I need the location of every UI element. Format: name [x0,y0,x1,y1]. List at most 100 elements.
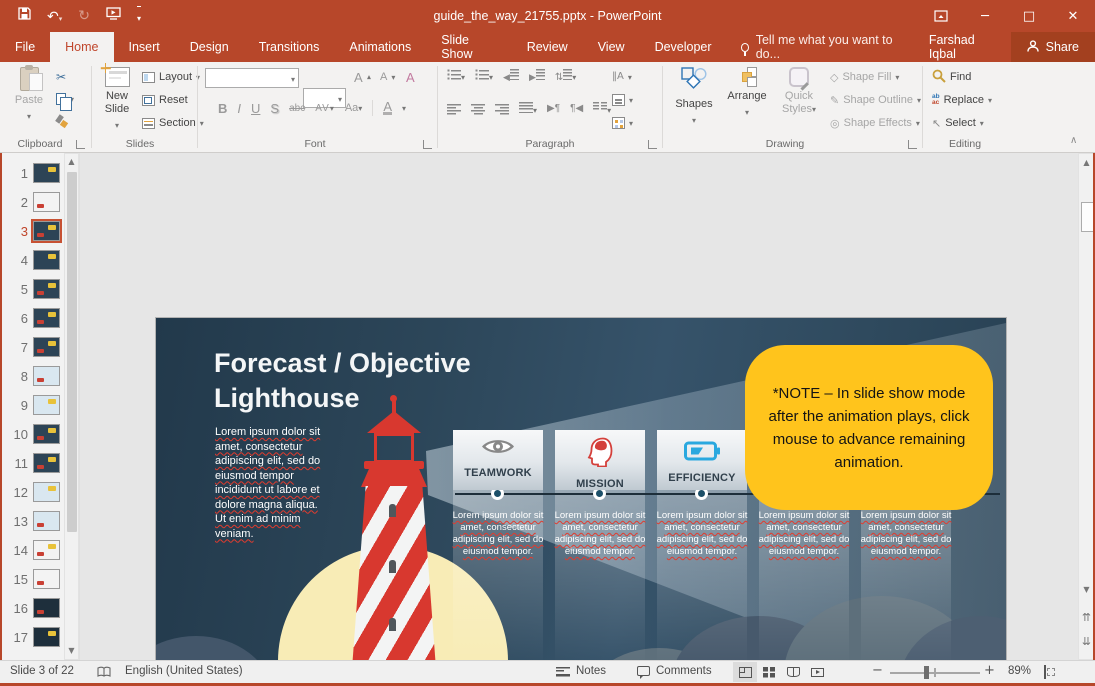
scroll-down-icon[interactable]: ▼ [1079,586,1094,594]
ltr-direction-button[interactable]: ▶¶ [547,104,560,114]
thumbnail-row[interactable]: 13 [6,511,60,531]
normal-view-button[interactable] [733,662,757,682]
grow-font-button[interactable]: A▾ [354,68,371,86]
strikethrough-button[interactable]: abc [289,103,305,114]
slide-sorter-view-button[interactable] [757,662,781,682]
tab-file[interactable]: File [0,32,50,62]
thumbnail-row[interactable]: 1 [6,163,60,183]
thumbnail-row[interactable]: 7 [6,337,60,357]
reset-button[interactable]: Reset [142,91,188,109]
tab-design[interactable]: Design [175,32,244,62]
column-text[interactable]: Lorem ipsum dolor sit amet, consectetur … [553,510,647,558]
scroll-up-icon[interactable]: ▲ [1079,159,1094,167]
text-direction-button[interactable]: ‖A▾ [612,68,632,86]
line-spacing-button[interactable]: ⇅▾ [555,69,576,83]
column-text[interactable]: Lorem ipsum dolor sit amet, consectetur … [451,510,545,558]
thumbnail-row[interactable]: 10 [6,424,60,444]
previous-slide-icon[interactable]: ⇈ [1079,612,1094,623]
underline-button[interactable]: U [251,101,260,116]
shape-outline-button[interactable]: ✎Shape Outline▾ [830,91,921,109]
zoom-level[interactable]: 89% [1008,665,1031,677]
language-indicator[interactable]: English (United States) [125,665,243,677]
scroll-up-icon[interactable]: ▲ [65,158,78,166]
zoom-slider-thumb[interactable] [924,666,929,679]
text-shadow-button[interactable]: S [270,101,279,116]
tab-transitions[interactable]: Transitions [244,32,335,62]
next-slide-icon[interactable]: ⇊ [1079,636,1094,647]
paragraph-dialog-launcher[interactable] [648,140,657,149]
ribbon-display-options-icon[interactable] [919,0,963,32]
thumbnail-row[interactable]: 4 [6,250,60,270]
format-painter-button[interactable] [56,112,69,130]
start-slideshow-icon[interactable] [106,7,121,25]
share-button[interactable]: Share [1011,32,1095,62]
maximize-button[interactable]: □ [1007,0,1051,32]
font-dialog-launcher[interactable] [423,140,432,149]
arrange-button[interactable]: Arrange▾ [722,67,772,119]
section-button[interactable]: Section▾ [142,114,204,132]
tell-me-box[interactable]: Tell me what you want to do... [727,32,915,62]
character-spacing-button[interactable]: AV▾ [315,103,335,114]
thumbnail-row[interactable]: 15 [6,569,60,589]
column-text[interactable]: Lorem ipsum dolor sit amet, consectetur … [859,510,953,558]
redo-icon[interactable]: ↻ [78,9,90,23]
collapse-ribbon-icon[interactable]: ∧ [1070,136,1077,146]
tab-animations[interactable]: Animations [334,32,426,62]
new-slide-button[interactable]: New Slide▾ [96,67,138,132]
thumbnail-row[interactable]: 12 [6,482,60,502]
decrease-indent-button[interactable]: ◀ [503,69,519,83]
thumbnail-row[interactable]: 11 [6,453,60,473]
paste-button[interactable]: Paste▾ [8,67,50,123]
reading-view-button[interactable] [781,662,805,682]
column-text[interactable]: Lorem ipsum dolor sit amet, consectetur … [757,510,851,558]
comments-button[interactable]: Comments [637,665,712,677]
slide-title[interactable]: Forecast / Objective Lighthouse [214,346,554,416]
thumbnail-row[interactable]: 2 [6,192,60,212]
quick-styles-button[interactable]: QuickStyles▾ [776,67,822,116]
thumbnail-row[interactable]: 9 [6,395,60,415]
slideshow-view-button[interactable] [805,662,829,682]
zoom-in-button[interactable]: + [984,664,995,677]
note-callout[interactable]: *NOTE – In slide show mode after the ani… [745,345,993,510]
drawing-dialog-launcher[interactable] [908,140,917,149]
scrollbar-thumb[interactable] [67,172,77,532]
tab-review[interactable]: Review [512,32,583,62]
increase-indent-button[interactable]: ▶ [529,69,545,83]
font-color-button[interactable]: A [383,101,392,115]
undo-icon[interactable]: ↶▾ [47,8,62,24]
change-case-button[interactable]: Aa▾ [345,102,362,114]
slide-canvas[interactable]: TEAMWORK MISSION EFFICIENCY Lorem ipsum … [156,318,1006,686]
fit-to-window-button[interactable] [1044,666,1046,678]
zoom-out-button[interactable]: − [872,664,883,677]
thumbnail-row[interactable]: 16 [6,598,60,618]
justify-button[interactable]: ▾ [519,102,537,116]
card-teamwork[interactable]: TEAMWORK [453,430,543,490]
tab-view[interactable]: View [583,32,640,62]
align-left-button[interactable] [447,104,461,115]
align-center-button[interactable] [471,104,485,115]
thumbnail-row[interactable]: 8 [6,366,60,386]
tab-insert[interactable]: Insert [114,32,175,62]
thumbnail-row[interactable]: 17 [6,627,60,647]
thumbnail-row-selected[interactable]: 3 [6,221,60,241]
spellcheck-icon[interactable] [97,666,112,681]
clear-formatting-button[interactable]: A [406,68,415,86]
shapes-button[interactable]: Shapes▾ [670,67,718,127]
tab-developer[interactable]: Developer [640,32,727,62]
tab-home[interactable]: Home [50,32,113,62]
italic-button[interactable]: I [237,101,241,116]
clipboard-dialog-launcher[interactable] [76,140,85,149]
card-efficiency[interactable]: EFFICIENCY [657,430,747,490]
slide-body-text[interactable]: Lorem ipsum dolor sit amet, consectetur … [215,425,327,541]
find-button[interactable]: Find [932,68,971,86]
shrink-font-button[interactable]: A▾ [380,68,395,86]
shape-effects-button[interactable]: ◎Shape Effects▾ [830,114,920,132]
convert-smartart-button[interactable]: ▾ [612,114,633,132]
thumbnail-row[interactable]: 14 [6,540,60,560]
customize-qat-icon[interactable]: ▾ [137,6,141,26]
scrollbar-thumb[interactable] [1081,202,1094,232]
thumbnail-row[interactable]: 6 [6,308,60,328]
bullets-button[interactable]: ▾ [447,69,465,83]
slide-indicator[interactable]: Slide 3 of 22 [10,665,74,677]
shape-fill-button[interactable]: ◇Shape Fill▾ [830,68,899,86]
